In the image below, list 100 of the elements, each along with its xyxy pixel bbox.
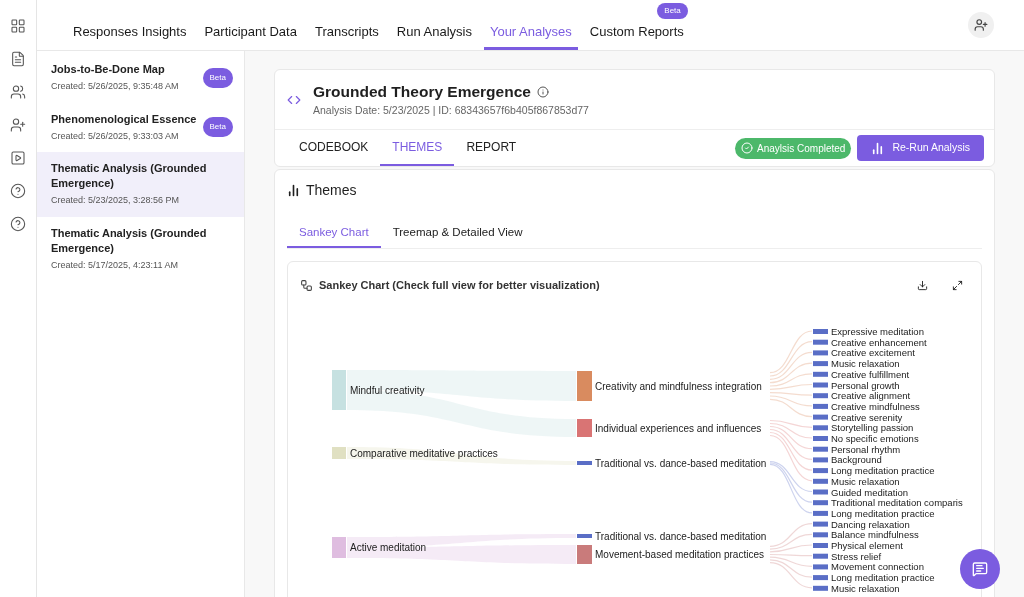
- info-icon[interactable]: [536, 85, 549, 98]
- sankey-node: [813, 350, 828, 356]
- sankey-node: [813, 575, 828, 581]
- node-label: Expressive meditation: [831, 326, 924, 337]
- node-label: Dancing relaxation: [831, 518, 910, 530]
- node-label: Creative enhancement: [831, 336, 927, 348]
- node-label: Comparative meditative practices: [350, 447, 498, 459]
- analysis-tab[interactable]: THEMES: [380, 130, 455, 166]
- node-label: Music relaxation: [831, 358, 900, 370]
- node-label: Creativity and mindfulness integration: [595, 380, 762, 392]
- chart-icon: [871, 141, 885, 155]
- view-tab[interactable]: Sankey Chart: [287, 219, 381, 248]
- sankey-node: [813, 553, 828, 559]
- node-label: Movement-based meditation practices: [595, 549, 764, 560]
- sankey-node: [813, 414, 828, 420]
- node-label: Long meditation practice: [831, 465, 935, 477]
- expand-icon[interactable]: [952, 279, 963, 291]
- analysis-title: Thematic Analysis (Grounded Emergence): [51, 161, 208, 191]
- analysis-list-item[interactable]: Thematic Analysis (Grounded Emergence) Created: 5/23/2025, 3:28:56 PM: [37, 152, 244, 217]
- node-label: Long meditation practice: [831, 572, 935, 584]
- sankey-node: [813, 521, 828, 527]
- users-icon[interactable]: [10, 84, 26, 100]
- sankey-node: [813, 564, 828, 570]
- node-label: Traditional meditation comparis: [831, 497, 963, 509]
- node-label: Creative excitement: [831, 347, 915, 359]
- analysis-date: Created: 5/23/2025, 3:28:56 PM: [51, 194, 181, 207]
- sankey-node: [813, 510, 828, 516]
- sankey-node: [813, 543, 828, 548]
- sankey-node: [813, 382, 828, 388]
- analysis-tab[interactable]: CODEBOOK: [287, 130, 381, 166]
- beta-badge: Beta: [202, 117, 233, 138]
- node-label: Creative fulfillment: [831, 368, 910, 380]
- chat-icon: [972, 561, 988, 577]
- node-label: Personal growth: [831, 379, 900, 391]
- sankey-node: [813, 371, 828, 377]
- node-label: Mindful creativity: [350, 384, 425, 396]
- node-label: Traditional vs. dance-based meditation: [595, 530, 767, 542]
- help-icon[interactable]: [10, 216, 26, 232]
- analysis-list-item[interactable]: Phenomenological Essence Created: 5/26/2025, 9:33:03 AM Beta: [37, 102, 244, 152]
- check-icon: [741, 142, 753, 154]
- analysis-title: Jobs-to-Be-Done Map: [51, 62, 166, 77]
- sankey-node: [813, 403, 828, 409]
- node-label: Traditional vs. dance-based meditation: [595, 457, 767, 469]
- analysis-heading: Grounded Theory Emergence: [313, 82, 531, 102]
- node-label: Physical element: [831, 540, 903, 551]
- document-icon[interactable]: [10, 51, 26, 67]
- chart-title: Sankey Chart (Check full view for better visualization): [319, 277, 600, 293]
- node-label: Creative alignment: [831, 390, 911, 402]
- analysis-date: Created: 5/26/2025, 9:33:03 AM: [51, 129, 180, 143]
- sankey-node: [813, 457, 828, 463]
- nav-tab[interactable]: Responses Insights: [67, 0, 193, 50]
- analysis-date: Created: 5/17/2025, 4:23:11 AM: [51, 258, 179, 272]
- node-label: Guided meditation: [831, 486, 909, 498]
- analysis-title: Phenomenological Essence: [51, 111, 198, 127]
- help-icon[interactable]: [10, 183, 26, 199]
- sankey-node: [813, 339, 828, 345]
- nav-tab[interactable]: Transcripts: [308, 0, 385, 50]
- sankey-node: [813, 393, 828, 399]
- chart-icon: [287, 184, 300, 197]
- node-label: Music relaxation: [831, 475, 900, 487]
- status-badge: Anaylsis Completed: [735, 137, 852, 159]
- view-tab[interactable]: Treemap & Detailed View: [380, 219, 535, 248]
- analysis-title: Thematic Analysis (Grounded Emergence): [51, 225, 208, 256]
- sankey-node: [813, 436, 828, 441]
- node-label: Background: [831, 454, 882, 466]
- add-user-icon[interactable]: [968, 12, 994, 38]
- analysis-list-item[interactable]: Jobs-to-Be-Done Map Created: 5/26/2025, 9:35:48 AM Beta: [37, 53, 244, 103]
- download-icon[interactable]: [917, 279, 928, 291]
- node-label: Storytelling passion: [831, 422, 914, 434]
- nav-tab[interactable]: Participant Data: [198, 0, 303, 50]
- media-icon[interactable]: [10, 150, 26, 166]
- sankey-node: [813, 361, 828, 367]
- sankey-node: [813, 532, 828, 538]
- node-label: Balance mindfulness: [831, 529, 919, 541]
- sankey-node: [813, 329, 828, 334]
- node-label: Long meditation practice: [831, 507, 935, 519]
- sankey-node: [813, 425, 828, 431]
- diagram-icon: [300, 278, 313, 292]
- node-label: Individual experiences and influences: [595, 422, 762, 434]
- node-label: Creative serenity: [831, 411, 903, 423]
- rerun-button[interactable]: Re-Run Analysis: [857, 135, 984, 161]
- sankey-node: [813, 500, 828, 506]
- sankey-node: [813, 446, 828, 452]
- sankey-link: [769, 462, 813, 503]
- analysis-date: Created: 5/26/2025, 9:35:48 AM: [51, 80, 180, 93]
- nav-tab[interactable]: Run Analysis: [390, 0, 478, 50]
- sankey-node: [813, 489, 828, 495]
- node-label: Active meditation: [350, 542, 427, 553]
- dashboard-icon[interactable]: [10, 18, 26, 34]
- beta-badge: Beta: [657, 3, 688, 19]
- analysis-meta: Analysis Date: 5/23/2025 | ID: 68343657f6b405f867853d77: [313, 103, 589, 119]
- section-title: Themes: [306, 181, 357, 200]
- add-user-icon[interactable]: [10, 117, 26, 133]
- sankey-node: [813, 468, 828, 474]
- beta-badge: Beta: [202, 67, 233, 88]
- sankey-node: [813, 585, 828, 591]
- node-label: No specific emotions: [831, 433, 919, 444]
- analysis-list-item[interactable]: Thematic Analysis (Grounded Emergence) Created: 5/17/2025, 4:23:11 AM: [37, 216, 244, 281]
- analysis-tab[interactable]: REPORT: [454, 130, 529, 166]
- node-label: Movement connection: [831, 561, 924, 573]
